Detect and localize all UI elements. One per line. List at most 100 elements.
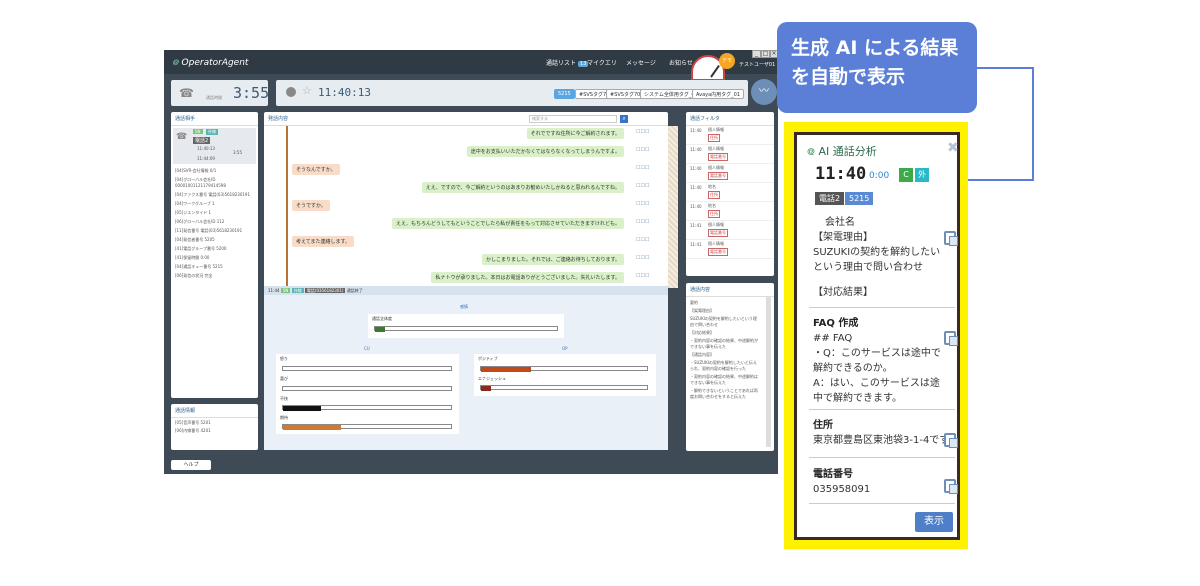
caller-field: [04]発信者番号 5205 <box>175 237 215 242</box>
logo-icon: ᪤ <box>172 58 179 68</box>
filter-time: 11:41 <box>690 223 702 228</box>
filter-item[interactable]: 11:40 地名 住所 <box>686 202 774 221</box>
copy-icon[interactable] <box>944 231 958 246</box>
copy-icon[interactable]: ☐☐☐ <box>636 219 658 225</box>
copy-icon[interactable]: ☐☐☐ <box>636 255 658 261</box>
copy-icon[interactable]: ☐☐☐ <box>636 237 658 243</box>
emotion-positive: ポジティブ <box>478 356 498 361</box>
emotion-discomfort: 不快 <box>280 396 288 401</box>
faq-line1: ## FAQ <box>813 333 853 344</box>
nav-message[interactable]: メッセージ <box>626 58 656 67</box>
ai-time: 11:40 <box>815 164 867 184</box>
user-name[interactable]: テストユーザ01 <box>739 61 775 68</box>
copy-icon[interactable]: ☐☐☐ <box>636 183 658 189</box>
nav-call-list[interactable]: 通話リスト 13 <box>546 58 589 67</box>
call-info-field: [05]音声番号 5201 <box>175 420 211 425</box>
faq-line2: ・Q：このサービスは途中で解約できるのか。 <box>813 348 941 374</box>
filter-item[interactable]: 11:40 個人情報 電話番号 <box>686 145 774 164</box>
message-bubble[interactable]: そうなんですか。 <box>292 164 340 175</box>
copy-icon[interactable] <box>944 433 958 448</box>
overall-label: 通話全体度 <box>372 316 392 321</box>
filter-item[interactable]: 11:41 個人情報 電話番号 <box>686 221 774 240</box>
star-icon[interactable]: ☆ <box>302 84 312 97</box>
caller-field: [04]ファクス番号 電話(03)5618230191 <box>175 192 251 197</box>
phone-value: 035958091 <box>813 484 871 495</box>
outside-badge: 外線 <box>206 129 218 135</box>
filter-title: 通話フィルタ <box>686 112 774 126</box>
filter-category: 個人情報 <box>708 241 724 246</box>
memo-text: 要約 【架電理由】 SUZUKIの契約を解約したいという理由で問い合わせ 【対応結果】… <box>686 297 764 405</box>
minimize-button[interactable]: _ <box>752 50 761 58</box>
positive-fill <box>481 367 531 372</box>
top-bar: ᪤ OperatorAgent 通話リスト 13 マイクエリ メッセージ お知らせ … <box>164 50 778 74</box>
gauge-needle <box>710 64 720 78</box>
copy-icon[interactable]: ☐☐☐ <box>636 273 658 279</box>
memo-line: 【架電理由】 <box>690 308 714 313</box>
memo-line: ・契約内容の確認の結果、中途解約はできない事を伝えた <box>690 374 758 385</box>
talk-time-label: 通話時間 <box>206 95 222 100</box>
copy-icon[interactable]: ☐☐☐ <box>636 147 658 153</box>
message-bubble[interactable]: ええ、もちろんどうしてもということでしたら私が責任をもって対応させていただきます… <box>392 218 624 229</box>
caller-card[interactable]: ☎ SN 外線 電話2 11:40:13 3:55 11:44:09 <box>173 128 256 164</box>
search-icon[interactable]: ⌕ <box>620 115 628 123</box>
avatar[interactable]: デモ <box>719 53 735 69</box>
filter-item[interactable]: 11:40 地名 住所 <box>686 183 774 202</box>
phone-title: 電話番号 <box>813 469 853 480</box>
callout-line1: 生成 AI による結果 <box>791 37 959 59</box>
copy-icon[interactable]: ☐☐☐ <box>636 129 658 135</box>
callout-box: 生成 AI による結果 を自動で表示 <box>777 22 977 113</box>
message-bubble[interactable]: 考えてまた連絡します。 <box>292 236 355 247</box>
transcript-search-input[interactable]: 検索する <box>529 115 617 123</box>
memo-scrollbar[interactable] <box>766 297 771 447</box>
copy-icon[interactable] <box>944 331 958 346</box>
message-bubble[interactable]: かしこまりました。それでは、ご連絡お待ちしております。 <box>481 254 624 265</box>
phone-icon[interactable]: ☎ <box>179 86 194 100</box>
timeline-scroll[interactable] <box>668 126 678 288</box>
callout-connector <box>1032 67 1034 180</box>
divider <box>809 409 955 410</box>
filter-item[interactable]: 11:40 個人情報 電話番号 <box>686 164 774 183</box>
maximize-button[interactable]: □ <box>761 50 770 58</box>
analysis-header: 11:44 SN 外線 電話(0356182301) 通話終了 <box>264 286 668 295</box>
call-info-field: [06]内線番号 4201 <box>175 428 211 433</box>
overall-fill <box>375 327 385 332</box>
filter-tag: 電話番号 <box>708 172 728 180</box>
call-info-panel: 通話情報 [05]音声番号 5201 [06]内線番号 4201 <box>171 404 258 450</box>
filter-item[interactable]: 11:41 個人情報 電話番号 <box>686 240 774 259</box>
time-start: 11:40:13 <box>197 146 215 151</box>
message-bubble[interactable]: ええ、ですので、今ご解約というのはあまりお勧めいたしかねると思われるんですね。 <box>421 182 624 193</box>
show-button[interactable]: 表示 <box>915 512 953 532</box>
energetic-fill <box>481 386 491 391</box>
filter-item[interactable]: 11:40 個人情報 住所 <box>686 126 774 145</box>
copy-icon[interactable]: ☐☐☐ <box>636 165 658 171</box>
message-bubble[interactable]: 途中をお支払いいただかなくてはならなくなってしまうんですよ。 <box>466 146 624 157</box>
filter-time: 11:40 <box>690 185 702 190</box>
message-bubble[interactable]: そうですか。 <box>292 200 330 211</box>
caller-fields: [04]SVR-会社情報 0/1 [04]グローバル会社ID 0000100112… <box>171 166 258 284</box>
emotion-title: 感情 <box>460 304 468 309</box>
caller-field: [11]発信番号 電話(03)5618230191 <box>175 228 243 233</box>
category-badge: C <box>899 168 913 182</box>
message-bubble[interactable]: それでですね住所に今ご解約されます。 <box>526 128 624 139</box>
help-tab[interactable]: ヘルプ <box>171 460 211 470</box>
caller-field: [05]ジエンタイド 1 <box>175 210 212 215</box>
result-head: 【対応結果】 <box>813 287 873 298</box>
copy-icon[interactable]: ☐☐☐ <box>636 201 658 207</box>
copy-icon[interactable] <box>944 479 958 494</box>
queue-tag: 5215 <box>845 192 874 205</box>
reason-head: 【架電理由】 <box>813 232 873 243</box>
message-bubble[interactable]: 私ナトウが承りました。本日はお電話ありがとうございました。失礼いたします。 <box>431 272 624 283</box>
ai-duration: 0:00 <box>869 171 890 181</box>
close-icon[interactable]: ✖ <box>947 140 959 156</box>
caller-field: [04]グローバル会社ID 00001001121179414598 <box>175 177 226 188</box>
tag-avaya[interactable]: Avaya内用タグ_01 <box>692 89 745 99</box>
outside-badge: 外 <box>915 168 929 182</box>
filter-tag: 電話番号 <box>708 153 728 161</box>
memo-line: ・契約内容の確認の結果、中途解約ができない事を伝えた <box>690 338 758 349</box>
record-icon[interactable] <box>286 87 296 97</box>
voice-wave-button[interactable]: 〰 <box>751 79 777 105</box>
nav-notice[interactable]: お知らせ <box>669 58 693 67</box>
nav-my-query[interactable]: マイクエリ <box>587 58 617 67</box>
caller-field: [04]SVR-会社情報 0/1 <box>175 168 217 173</box>
tag-5215[interactable]: 5215 <box>554 89 575 99</box>
